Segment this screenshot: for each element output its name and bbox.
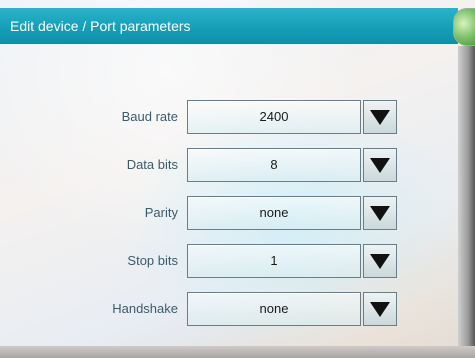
handshake-field[interactable]: none (187, 292, 361, 326)
parity-field[interactable]: none (187, 196, 361, 230)
triangle-down-icon (370, 302, 390, 317)
parity-label: Parity (144, 205, 178, 220)
screen-bezel-right (458, 46, 475, 358)
handshake-label: Handshake (112, 301, 178, 316)
triangle-down-icon (370, 254, 390, 269)
baud-rate-field[interactable]: 2400 (187, 100, 361, 134)
screen-bezel-bottom (0, 346, 475, 358)
handshake-dropdown-button[interactable] (363, 292, 397, 326)
data-bits-label: Data bits (126, 157, 178, 172)
triangle-down-icon (370, 206, 390, 221)
title-bar: Edit device / Port parameters (0, 8, 458, 44)
baud-rate-dropdown-button[interactable] (363, 100, 397, 134)
triangle-down-icon (370, 110, 390, 125)
baud-rate-label: Baud rate (121, 109, 178, 124)
stop-bits-label: Stop bits (127, 253, 178, 268)
device-screen: Edit device / Port parameters Baud rate … (0, 0, 475, 358)
menu-corner-button[interactable] (453, 8, 475, 46)
parity-dropdown-button[interactable] (363, 196, 397, 230)
data-bits-field[interactable]: 8 (187, 148, 361, 182)
triangle-down-icon (370, 158, 390, 173)
page-title: Edit device / Port parameters (10, 18, 191, 34)
stop-bits-dropdown-button[interactable] (363, 244, 397, 278)
data-bits-dropdown-button[interactable] (363, 148, 397, 182)
stop-bits-field[interactable]: 1 (187, 244, 361, 278)
